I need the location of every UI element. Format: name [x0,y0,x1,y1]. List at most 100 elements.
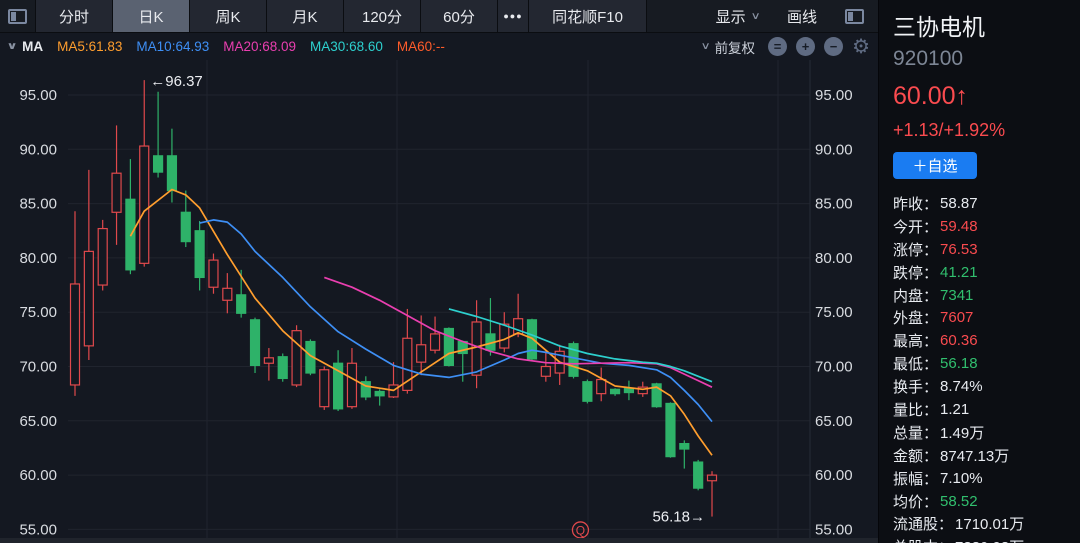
stat-value: 8747.13万 [940,445,1009,466]
stat-label: 涨停： [893,239,938,260]
bottom-scrollbar[interactable] [0,538,878,543]
zoom-in-button[interactable]: + [796,37,815,56]
zoom-out-button[interactable]: − [824,37,843,56]
current-price: 60.00↑ [893,82,1080,111]
stat-value: 1.49万 [940,422,984,443]
stat-value: 7341 [940,287,973,304]
chevron-down-icon: ∨ [750,11,760,22]
tab-weekly-k[interactable]: 周K [190,0,267,32]
panel-toggle-right-button[interactable] [845,9,864,24]
y-axis-label-right: 90.00 [815,141,853,158]
stat-row: 均价：58.52 [893,490,1080,513]
ma10-value: MA10:64.93 [136,39,209,54]
stat-row: 量比：1.21 [893,398,1080,421]
ma-line-ma10 [200,220,712,422]
tab-more[interactable]: ●●● [498,0,529,32]
settings-gear-icon[interactable]: ⚙ [852,37,870,57]
stat-value: 41.21 [940,264,978,281]
y-axis-label-left: 95.00 [19,87,57,104]
panel-toggle-icon [845,9,864,24]
adjust-mode-dropdown[interactable]: ∨ 前复权 [702,37,755,57]
candle-body [264,358,273,363]
chart-toolbar: 分时日K周K月K120分60分●●● 同花顺F10 显示 ∨ 画线 [0,0,878,33]
candle-body [708,475,717,481]
y-axis-label-right: 65.00 [815,413,853,430]
tab-monthly-k[interactable]: 月K [267,0,344,32]
stat-label: 总股本： [893,536,953,543]
add-watchlist-button[interactable]: ＋自选 [893,152,977,179]
candle-body [223,288,232,300]
ma-dropdown[interactable]: ∨ MA [8,39,43,54]
y-axis-label-right: 85.00 [815,196,853,213]
stat-row: 振幅：7.10% [893,467,1080,490]
y-axis-label-left: 65.00 [19,413,57,430]
tab-minute[interactable]: 分时 [36,0,113,32]
draw-line-button[interactable]: 画线 [787,6,817,27]
candle-body [611,389,620,393]
chevron-down-icon: ∨ [6,41,17,52]
panel-toggle-icon [8,9,27,24]
period-tabs: 分时日K周K月K120分60分●●● [36,0,529,32]
candle-body [666,403,675,456]
display-button[interactable]: 显示 ∨ [716,6,759,27]
candle-body [292,331,301,385]
candle-body [209,260,218,287]
stat-value: 7380.93万 [955,536,1024,543]
stat-value: 60.36 [940,332,978,349]
candle-body [320,370,329,407]
candlestick-chart[interactable]: 95.0095.0090.0090.0085.0085.0080.0080.00… [0,60,878,543]
panel-toggle-left-button[interactable] [0,0,36,32]
stat-label: 量比： [893,399,938,420]
reset-zoom-button[interactable]: = [768,37,787,56]
ma5-value: MA5:61.83 [57,39,122,54]
y-axis-label-left: 60.00 [19,467,57,484]
tab-120min[interactable]: 120分 [344,0,421,32]
stat-row: 流通股：1710.01万 [893,512,1080,535]
candle-body [251,320,260,366]
stat-row: 总量：1.49万 [893,421,1080,444]
stat-row: 昨收：58.87 [893,192,1080,215]
stat-value: 1.21 [940,401,969,418]
candle-body [431,334,440,350]
toolbar-right-group: 显示 ∨ 画线 [716,0,878,32]
candle-body [278,357,287,379]
y-axis-label-right: 75.00 [815,304,853,321]
q-marker-label: Q [576,523,585,537]
y-axis-label-left: 80.00 [19,250,57,267]
y-axis-label-left: 75.00 [19,304,57,321]
stat-label: 换手： [893,376,938,397]
y-axis-label-right: 95.00 [815,87,853,104]
stat-row: 涨停：76.53 [893,238,1080,261]
quote-stats: 昨收：58.87今开：59.48涨停：76.53跌停：41.21内盘：7341外… [893,192,1080,543]
tab-ths-f10[interactable]: 同花顺F10 [529,0,647,32]
stat-label: 最低： [893,353,938,374]
stat-value: 58.52 [940,493,978,510]
high-annotation: ←96.37 [150,73,203,90]
stat-value: 56.18 [940,355,978,372]
tab-60min[interactable]: 60分 [421,0,498,32]
ma-legend-bar: ∨ MA MA5:61.83MA10:64.93MA20:68.09MA30:6… [0,33,878,60]
display-label: 显示 [716,6,746,27]
candle-body [84,251,93,345]
candle-body [71,284,80,385]
stat-value: 7.10% [940,470,983,487]
tab-daily-k[interactable]: 日K [113,0,190,32]
candle-body [694,462,703,488]
stat-value: 58.87 [940,195,978,212]
stat-row: 最低：56.18 [893,352,1080,375]
stat-label: 最高： [893,330,938,351]
stock-app-window: 分时日K周K月K120分60分●●● 同花顺F10 显示 ∨ 画线 ∨ MA M… [0,0,1080,543]
ma-label: MA [22,39,43,54]
stat-value: 76.53 [940,241,978,258]
candle-body [680,444,689,449]
stat-label: 金额： [893,445,938,466]
y-axis-label-right: 70.00 [815,359,853,376]
chevron-down-icon: ∨ [701,41,711,52]
stock-name: 三协电机 [893,8,1080,42]
candle-body [597,380,606,394]
y-axis-label-right: 60.00 [815,467,853,484]
y-axis-label-right: 80.00 [815,250,853,267]
stat-value: 59.48 [940,218,978,235]
candle-body [541,367,550,377]
stat-label: 均价： [893,491,938,512]
